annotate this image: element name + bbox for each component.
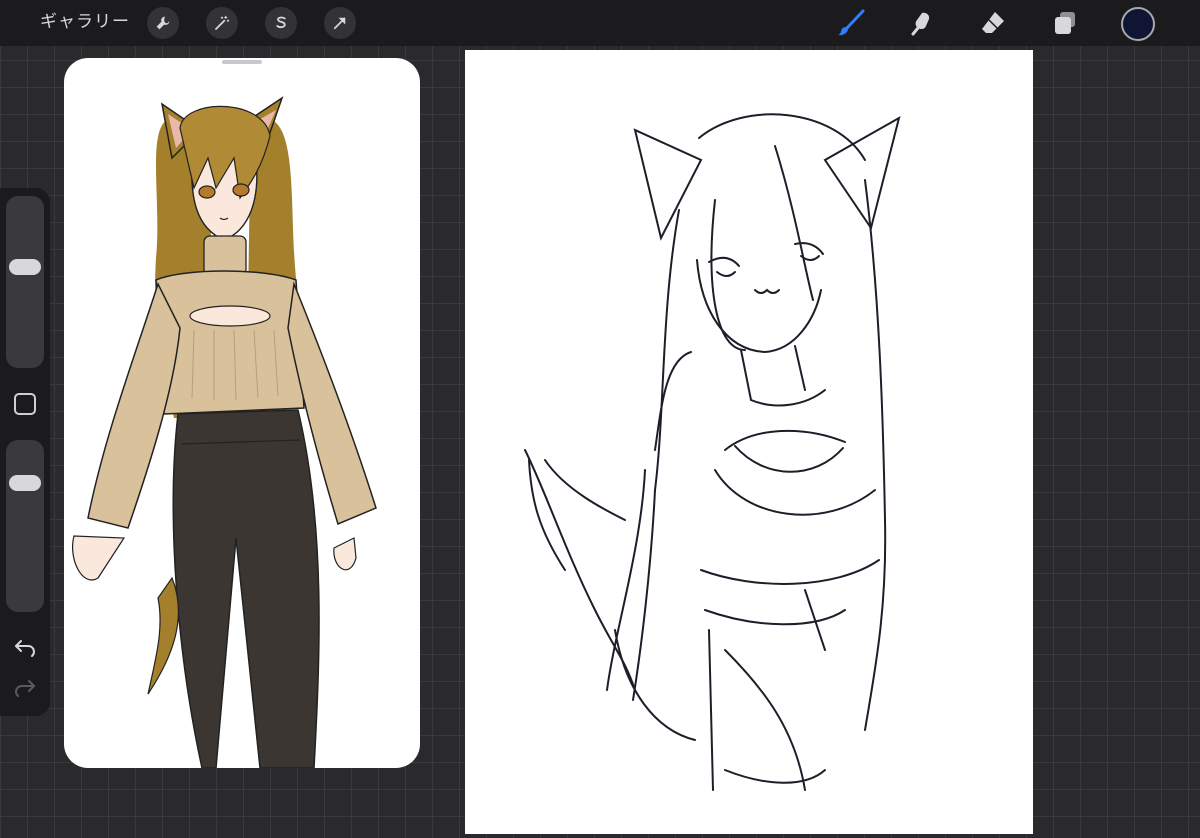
selection-button[interactable] [265,7,297,39]
transform-button[interactable] [324,7,356,39]
transform-arrow-icon [333,17,346,30]
eraser-tool-button[interactable] [978,8,1008,38]
opacity-slider-knob[interactable] [9,475,41,491]
top-toolbar: ギャラリー [0,0,1200,46]
reference-panel-handle[interactable] [222,60,262,64]
drawing-canvas[interactable] [465,50,1033,834]
brush-size-slider[interactable] [6,196,44,368]
layers-icon [1055,12,1075,34]
adjustments-button[interactable] [206,7,238,39]
smudge-icon [911,12,930,36]
opacity-slider[interactable] [6,440,44,612]
color-picker-button[interactable] [1121,7,1155,41]
brush-size-slider-knob[interactable] [9,259,41,275]
wrench-icon [156,16,170,30]
layers-button[interactable] [1050,8,1080,38]
reference-panel [64,58,420,768]
undo-button[interactable] [12,634,38,660]
magic-wand-icon [215,15,230,30]
brush-icon [838,9,865,36]
redo-icon [14,680,35,697]
left-sidebar [0,188,50,716]
eraser-icon [982,12,1004,33]
brush-tool-button[interactable] [836,8,866,38]
actions-button[interactable] [147,7,179,39]
reference-character-illustration [72,96,377,768]
gallery-button[interactable]: ギャラリー [40,10,130,34]
undo-icon [15,640,36,657]
modify-square-icon[interactable] [14,393,36,415]
selection-s-icon [276,16,286,29]
sketch-drawing [524,113,901,791]
redo-button[interactable] [12,674,38,700]
smudge-tool-button[interactable] [907,8,937,38]
